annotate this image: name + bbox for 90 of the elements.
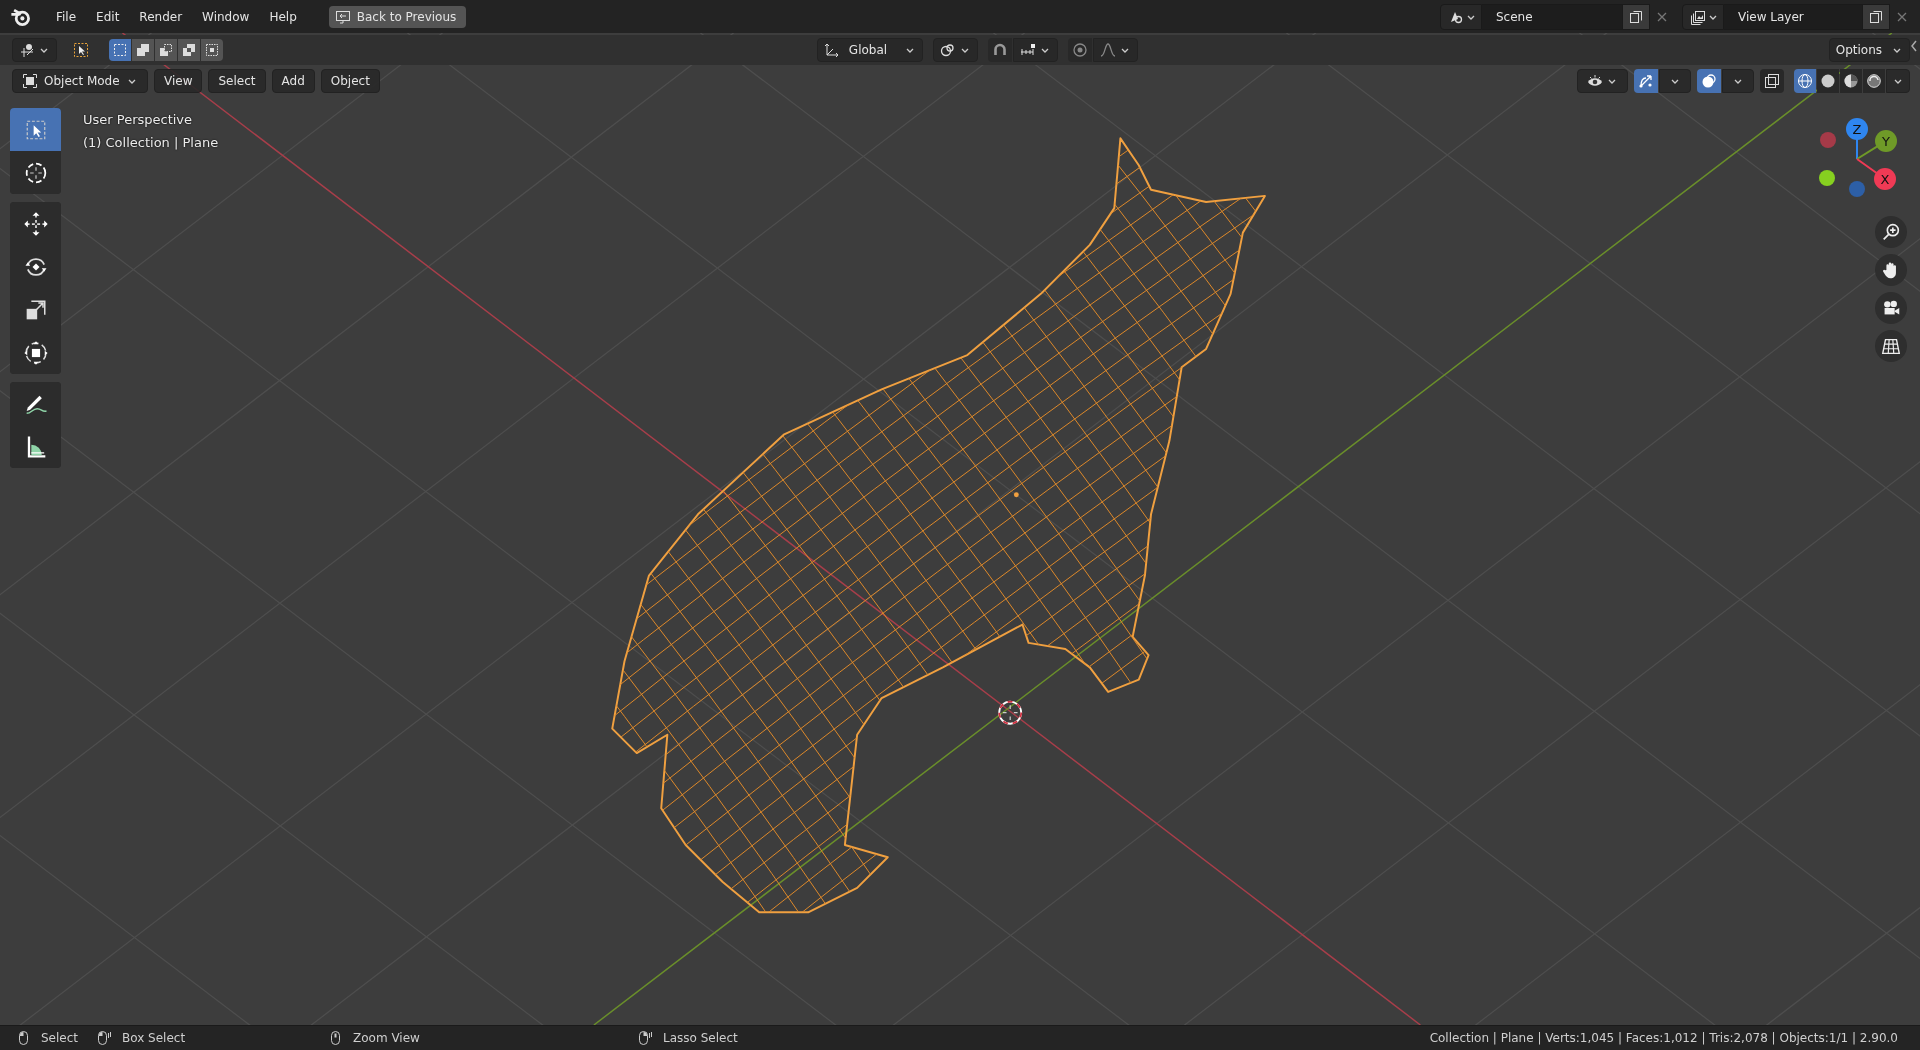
snap-toggle[interactable] bbox=[988, 38, 1013, 62]
squares-icon bbox=[181, 42, 197, 58]
gizmo-dropdown[interactable] bbox=[1659, 69, 1691, 93]
mouse-icon bbox=[637, 1030, 653, 1046]
menu-item[interactable]: File bbox=[46, 5, 87, 28]
viewport-info-text: (1) Collection | Plane bbox=[83, 134, 219, 152]
rendered-sphere-icon bbox=[1866, 73, 1882, 89]
shading-button[interactable] bbox=[1794, 69, 1816, 93]
chevron-icon[interactable] bbox=[1909, 39, 1919, 53]
duplicate-button[interactable] bbox=[1622, 3, 1650, 30]
select-mode-button[interactable] bbox=[178, 39, 200, 61]
pan-button[interactable] bbox=[1875, 254, 1907, 286]
pivot-dropdown[interactable] bbox=[933, 38, 979, 62]
options-dropdown[interactable]: Options bbox=[1828, 38, 1910, 62]
orientation-dropdown[interactable]: Global bbox=[816, 38, 924, 62]
editor-type-dropdown[interactable] bbox=[12, 38, 57, 62]
origin-dot bbox=[1013, 492, 1019, 498]
overlay-toggle[interactable] bbox=[1697, 69, 1721, 93]
axis-handle[interactable] bbox=[1819, 170, 1835, 186]
proportional-icon bbox=[1072, 42, 1089, 58]
xray-toggle[interactable] bbox=[1760, 69, 1784, 93]
menu-button[interactable]: Add bbox=[271, 69, 315, 93]
scene-dropdown[interactable] bbox=[1440, 3, 1482, 30]
overlay-dropdown[interactable] bbox=[1722, 69, 1754, 93]
axis-handle[interactable]: Y bbox=[1875, 130, 1897, 152]
axis-handle[interactable] bbox=[1820, 132, 1836, 148]
layers-dropdown[interactable] bbox=[1682, 3, 1724, 30]
select-mode-button[interactable] bbox=[132, 39, 154, 61]
axes-icon bbox=[19, 42, 35, 58]
increment-icon bbox=[1020, 42, 1037, 58]
menu-item[interactable]: Render bbox=[129, 5, 193, 28]
eye-icon bbox=[1587, 73, 1603, 89]
magnet-icon bbox=[992, 42, 1009, 58]
falloff-curve-icon bbox=[1100, 42, 1117, 58]
layers-icon bbox=[1690, 8, 1706, 25]
menu-item[interactable]: Help bbox=[259, 5, 307, 28]
shading-button[interactable] bbox=[1863, 69, 1885, 93]
proportional-edit-toggle[interactable] bbox=[1068, 38, 1093, 62]
status-hint: Box Select bbox=[122, 1031, 186, 1045]
select-mode-button[interactable] bbox=[109, 39, 131, 61]
shading-button[interactable] bbox=[1817, 69, 1839, 93]
select-tool-icon bbox=[73, 42, 89, 58]
cursor-marker bbox=[998, 700, 1023, 725]
pivot-icon bbox=[940, 42, 957, 58]
back-button[interactable]: Back to Previous bbox=[328, 5, 467, 28]
shading-dropdown[interactable] bbox=[1886, 69, 1910, 93]
status-hint: Select bbox=[41, 1031, 79, 1045]
camera-view-button[interactable] bbox=[1875, 292, 1907, 324]
perspective-toggle-button[interactable] bbox=[1875, 330, 1907, 362]
menu-button[interactable]: Select bbox=[208, 69, 266, 93]
monitor-icon bbox=[334, 8, 351, 25]
gizmo-toggle[interactable] bbox=[1634, 69, 1658, 93]
axes-icon bbox=[823, 42, 840, 58]
axis-handle[interactable]: Z bbox=[1846, 118, 1868, 140]
squares-icon bbox=[204, 42, 220, 58]
copy-icon bbox=[1868, 8, 1884, 25]
select-mode-button[interactable] bbox=[155, 39, 177, 61]
mouse-icon bbox=[96, 1030, 112, 1046]
shading-button[interactable] bbox=[1840, 69, 1862, 93]
visibility-dropdown[interactable] bbox=[1577, 69, 1628, 93]
falloff-dropdown[interactable] bbox=[1093, 38, 1139, 62]
overlay-icon bbox=[1701, 73, 1717, 89]
status-hint: Lasso Select bbox=[663, 1031, 738, 1045]
select-mode-button[interactable] bbox=[201, 39, 223, 61]
menu-item[interactable]: Edit bbox=[86, 5, 130, 28]
scene-field[interactable]: Scene bbox=[1482, 3, 1622, 30]
viewport-info-text: User Perspective bbox=[83, 111, 194, 129]
squares-icon bbox=[1764, 73, 1780, 89]
axis-handle[interactable]: X bbox=[1874, 168, 1896, 190]
gizmo-icon bbox=[1638, 73, 1654, 89]
status-hint: Zoom View bbox=[353, 1031, 420, 1045]
axis-handle[interactable] bbox=[1849, 181, 1865, 197]
menu-item[interactable]: Window bbox=[192, 5, 260, 28]
dashed-square-icon bbox=[112, 42, 128, 58]
zoom-button[interactable] bbox=[1875, 216, 1907, 248]
copy-icon bbox=[1628, 8, 1644, 25]
material-sphere-icon bbox=[1843, 73, 1859, 89]
solid-sphere-icon bbox=[1820, 73, 1836, 89]
menu-button[interactable]: View bbox=[154, 69, 203, 93]
scene-statistics: Collection | Plane | Verts:1,045 | Faces:1,012 | Tris:2,078 | Objects:1/1 | 2.90.0 bbox=[1429, 1031, 1898, 1045]
object-mode-icon bbox=[22, 73, 38, 89]
view-layer-field[interactable]: View Layer bbox=[1724, 3, 1862, 30]
duplicate-button[interactable] bbox=[1862, 3, 1890, 30]
menu-button[interactable]: Object bbox=[320, 69, 380, 93]
squares-icon bbox=[135, 42, 151, 58]
zoom-icon bbox=[1880, 221, 1902, 243]
wireframe-sphere-icon bbox=[1797, 73, 1813, 89]
squares-icon bbox=[158, 42, 174, 58]
snap-dropdown[interactable] bbox=[1013, 38, 1059, 62]
mode-dropdown[interactable]: Object Mode bbox=[12, 69, 148, 93]
